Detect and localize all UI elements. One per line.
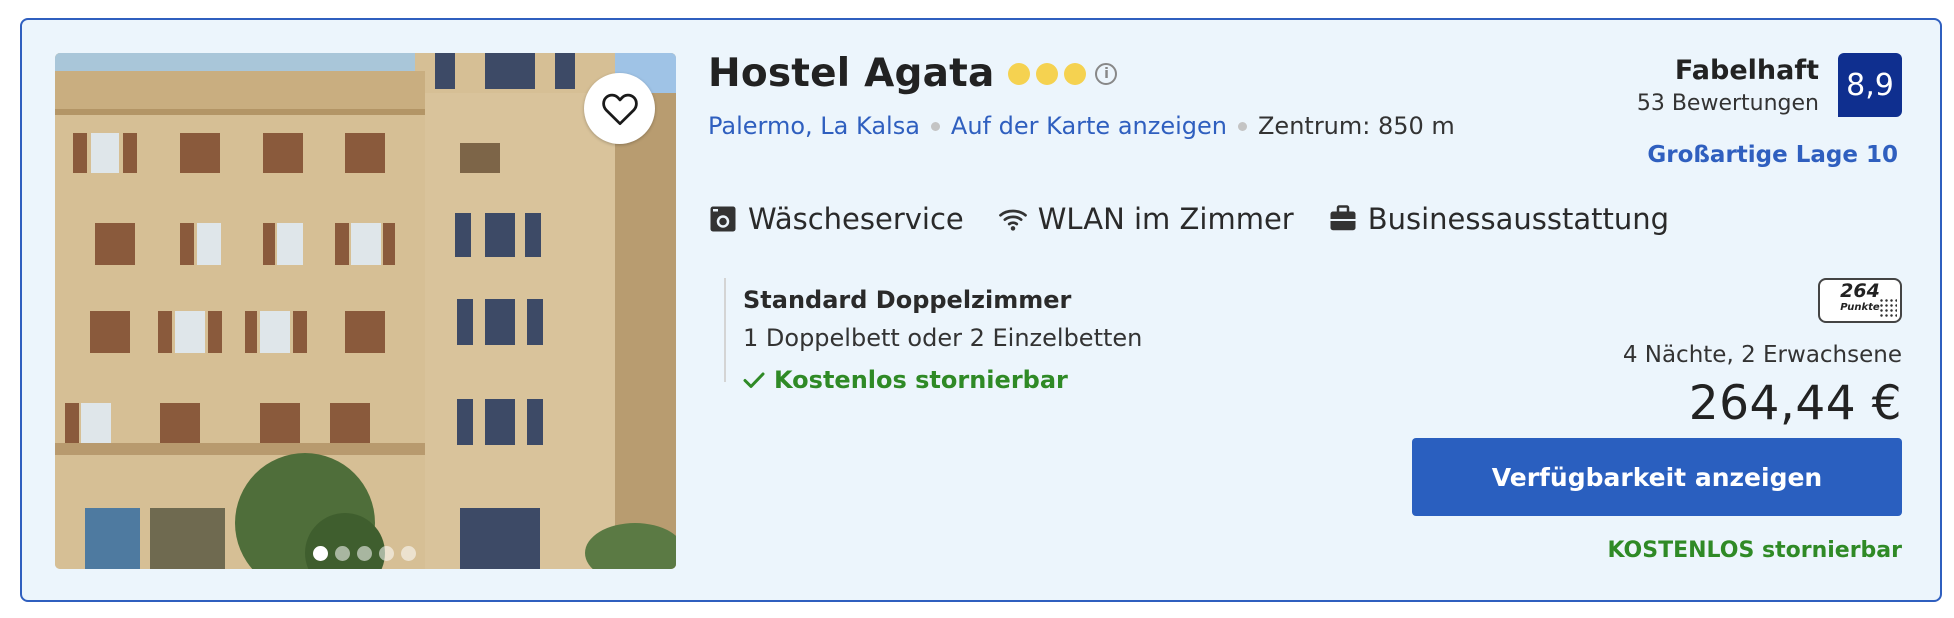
check-availability-button[interactable]: Verfügbarkeit anzeigen [1412,438,1902,516]
facility-label: Businessausstattung [1367,202,1670,236]
briefcase-icon [1330,205,1356,231]
facility-label: Wäscheservice [748,202,964,236]
photo-dot[interactable] [357,546,372,561]
photo-dot[interactable] [335,546,350,561]
cancellation-label: Kostenlos stornierbar [774,366,1068,394]
review-count: 53 Bewertungen [1636,91,1819,116]
points-texture [1879,298,1897,318]
area-link[interactable]: Palermo, La Kalsa [708,112,920,140]
stay-summary: 4 Nächte, 2 Erwachsene [1622,342,1902,368]
wifi-icon [998,209,1027,231]
separator-dot [1237,121,1247,131]
facilities-list: Wäscheservice WLAN im Zimmer Businessaus… [708,202,1703,236]
rating-texts: Fabelhaft 53 Bewertungen [1637,53,1819,116]
facility-laundry: Wäscheservice [708,202,964,236]
room-beds: 1 Doppelbett oder 2 Einzelbetten [743,324,1143,352]
star-icon [1008,62,1031,85]
hotel-photo[interactable] [55,53,676,569]
map-link[interactable]: Auf der Karte anzeigen [951,112,1227,140]
price: 264,44 € [1688,376,1902,431]
star-rating [1008,62,1087,85]
star-icon [1064,62,1087,85]
facility-label: WLAN im Zimmer [1037,202,1294,236]
info-icon[interactable]: i [1095,62,1118,85]
photo-pagination [313,546,416,561]
laundry-icon [710,206,736,232]
room-cancellation: Kostenlos stornierbar [743,366,1142,394]
favorite-button[interactable] [584,73,655,144]
room-info: Standard Doppelzimmer 1 Doppelbett oder … [724,278,1143,394]
heart-outline-icon [601,93,638,125]
room-type: Standard Doppelzimmer [743,286,1072,314]
review-score[interactable]: Fabelhaft 53 Bewertungen 8,9 [1637,53,1902,117]
hotel-name[interactable]: Hostel Agata [708,51,994,96]
location-row: Palermo, La Kalsa Auf der Karte anzeigen… [708,112,1455,140]
rating-word: Fabelhaft [1674,55,1819,86]
location-score: Großartige Lage 10 [1647,142,1898,168]
facility-wifi: WLAN im Zimmer [998,202,1294,236]
photo-dot[interactable] [313,546,328,561]
checkmark-icon [743,372,765,388]
facility-business: Businessausstattung [1328,202,1669,236]
photo-dot[interactable] [401,546,416,561]
star-icon [1036,62,1059,85]
photo-dot[interactable] [379,546,394,561]
points-badge: 264 Punkte [1818,278,1902,323]
free-cancellation-note: KOSTENLOS stornierbar [1607,538,1903,563]
building-photo-image [55,53,676,569]
hotel-card[interactable]: Hostel Agata i Palermo, La Kalsa Auf der… [20,18,1942,602]
score-badge: 8,9 [1838,53,1902,117]
center-distance: Zentrum: 850 m [1257,112,1455,140]
title-row: Hostel Agata i [708,51,1118,96]
separator-dot [930,121,940,131]
